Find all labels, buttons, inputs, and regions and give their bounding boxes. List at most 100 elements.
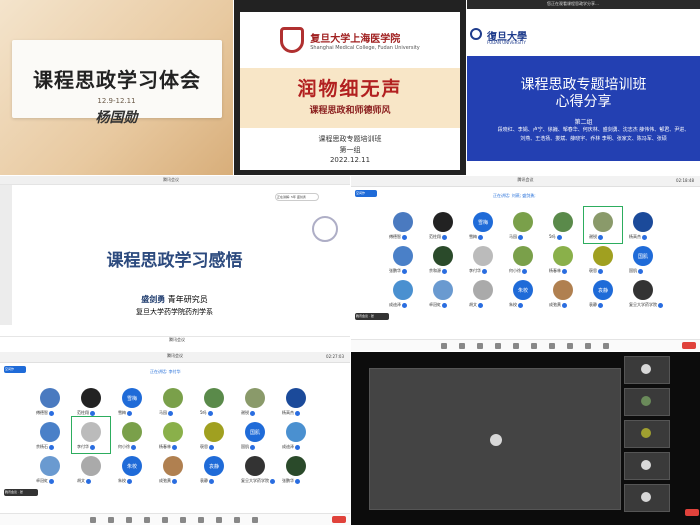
mic-icon — [127, 478, 132, 484]
toolbar-button-icon[interactable] — [585, 343, 591, 349]
thumb-video-2[interactable] — [624, 388, 670, 416]
participant-name-text: 复旦大学药学院 — [241, 478, 269, 483]
participant-avatar[interactable] — [245, 388, 265, 408]
participant-avatar[interactable]: 国肌 — [245, 422, 265, 442]
toolbar-button-icon[interactable] — [108, 517, 114, 523]
participant-avatar[interactable] — [633, 280, 653, 300]
mic-icon — [250, 410, 255, 416]
participant-avatar[interactable]: 雪梅 — [473, 212, 493, 232]
toolbar-button-icon[interactable] — [90, 517, 96, 523]
participant-avatar[interactable]: 袁静 — [593, 280, 613, 300]
self-view-label[interactable]: 腾讯会议 · 张 — [355, 313, 389, 320]
main-video[interactable] — [369, 368, 621, 510]
participant-avatar[interactable]: 雪梅 — [122, 388, 142, 408]
participant-avatar[interactable] — [473, 246, 493, 266]
toolbar-button-icon[interactable] — [198, 517, 204, 523]
toolbar-button-icon[interactable] — [162, 517, 168, 523]
participant-avatar[interactable] — [433, 280, 453, 300]
avatar-placeholder-icon — [490, 434, 502, 446]
leave-button[interactable] — [332, 516, 346, 523]
participant-name: 成弛黄 — [159, 478, 177, 484]
participant-avatar[interactable] — [204, 422, 224, 442]
view-tab[interactable]: 空间作 — [355, 190, 377, 197]
participant-avatar[interactable] — [433, 212, 453, 232]
speaker-pill[interactable]: 正在讲解: 5年 盛剑勇 — [275, 193, 319, 201]
left-toolbar[interactable] — [0, 185, 12, 325]
participant-name: 成弛黄 — [549, 302, 567, 308]
participant-avatar[interactable]: 袁静 — [204, 456, 224, 476]
mic-icon — [295, 444, 300, 450]
mic-icon — [250, 444, 255, 450]
thumb-video-4[interactable] — [624, 452, 670, 480]
participant-avatar[interactable] — [433, 246, 453, 266]
participant-avatar[interactable] — [163, 456, 183, 476]
participant-avatar[interactable] — [40, 456, 60, 476]
toolbar-button-icon[interactable] — [513, 343, 519, 349]
mic-icon — [478, 302, 483, 308]
participant-avatar[interactable] — [553, 212, 573, 232]
participant-avatar[interactable] — [204, 388, 224, 408]
participant-avatar[interactable] — [81, 388, 101, 408]
participant-name-text: 成迪泽 — [389, 302, 401, 307]
toolbar-button-icon[interactable] — [459, 343, 465, 349]
participant-avatar[interactable] — [553, 246, 573, 266]
participant-avatar[interactable] — [513, 246, 533, 266]
mic-icon — [270, 478, 275, 484]
toolbar-button-icon[interactable] — [252, 517, 258, 523]
toolbar-button-icon[interactable] — [126, 517, 132, 523]
participant-avatar[interactable] — [163, 388, 183, 408]
toolbar-button-icon[interactable] — [216, 517, 222, 523]
participant-name: 范柱翔 — [429, 234, 447, 240]
participant-avatar[interactable] — [286, 456, 306, 476]
participant-name-text: 复旦大学药学院 — [629, 302, 657, 307]
participant-name: 复旦大学药学院 — [241, 478, 275, 484]
toolbar-button-icon[interactable] — [180, 517, 186, 523]
toolbar-button-icon[interactable] — [549, 343, 555, 349]
toolbar-button-icon[interactable] — [567, 343, 573, 349]
meeting-time: 02:18:48 — [676, 178, 694, 183]
thumb-video-3[interactable] — [624, 420, 670, 448]
participant-avatar[interactable] — [553, 280, 573, 300]
window-title: 腾讯会议 — [167, 353, 183, 358]
mic-icon — [295, 478, 300, 484]
participant-avatar[interactable] — [513, 212, 533, 232]
toolbar-button-icon[interactable] — [441, 343, 447, 349]
participant-avatar[interactable] — [393, 212, 413, 232]
participant-avatar[interactable] — [81, 456, 101, 476]
participant-name-text: 卓冠虹 — [36, 478, 48, 483]
view-tab[interactable]: 空间作 — [4, 366, 26, 373]
participant-avatar[interactable] — [473, 280, 493, 300]
participant-avatar[interactable] — [286, 388, 306, 408]
participant-avatar[interactable] — [633, 212, 653, 232]
toolbar-button-icon[interactable] — [144, 517, 150, 523]
participant-name-text: 胡文 — [77, 478, 85, 483]
participant-name-text: 卓冠虹 — [429, 302, 441, 307]
leave-button[interactable] — [685, 509, 699, 516]
participant-avatar[interactable]: 朱校 — [122, 456, 142, 476]
participant-avatar[interactable]: 国肌 — [633, 246, 653, 266]
participant-name: 复旦大学药学院 — [629, 302, 663, 308]
toolbar-button-icon[interactable] — [603, 343, 609, 349]
mic-icon — [127, 410, 132, 416]
participant-avatar[interactable] — [40, 422, 60, 442]
participant-avatar[interactable] — [122, 422, 142, 442]
presenter-name: 盛剑勇 — [141, 295, 166, 304]
toolbar-button-icon[interactable] — [234, 517, 240, 523]
toolbar-button-icon[interactable] — [477, 343, 483, 349]
toolbar-button-icon[interactable] — [495, 343, 501, 349]
participant-avatar[interactable] — [393, 246, 413, 266]
participant-avatar[interactable]: 朱校 — [513, 280, 533, 300]
participant-avatar[interactable] — [163, 422, 183, 442]
toolbar-button-icon[interactable] — [531, 343, 537, 349]
mic-icon — [402, 268, 407, 274]
participant-avatar[interactable] — [286, 422, 306, 442]
participant-avatar[interactable] — [40, 388, 60, 408]
participant-avatar[interactable] — [245, 456, 265, 476]
thumb-video-1[interactable] — [624, 356, 670, 384]
participant-avatar[interactable] — [393, 280, 413, 300]
leave-button[interactable] — [682, 342, 696, 349]
thumb-video-5[interactable] — [624, 484, 670, 512]
participant-name-text: 何小徐 — [509, 268, 521, 273]
participant-avatar[interactable] — [593, 246, 613, 266]
self-view-label[interactable]: 腾讯会议 · 张 — [4, 489, 38, 496]
